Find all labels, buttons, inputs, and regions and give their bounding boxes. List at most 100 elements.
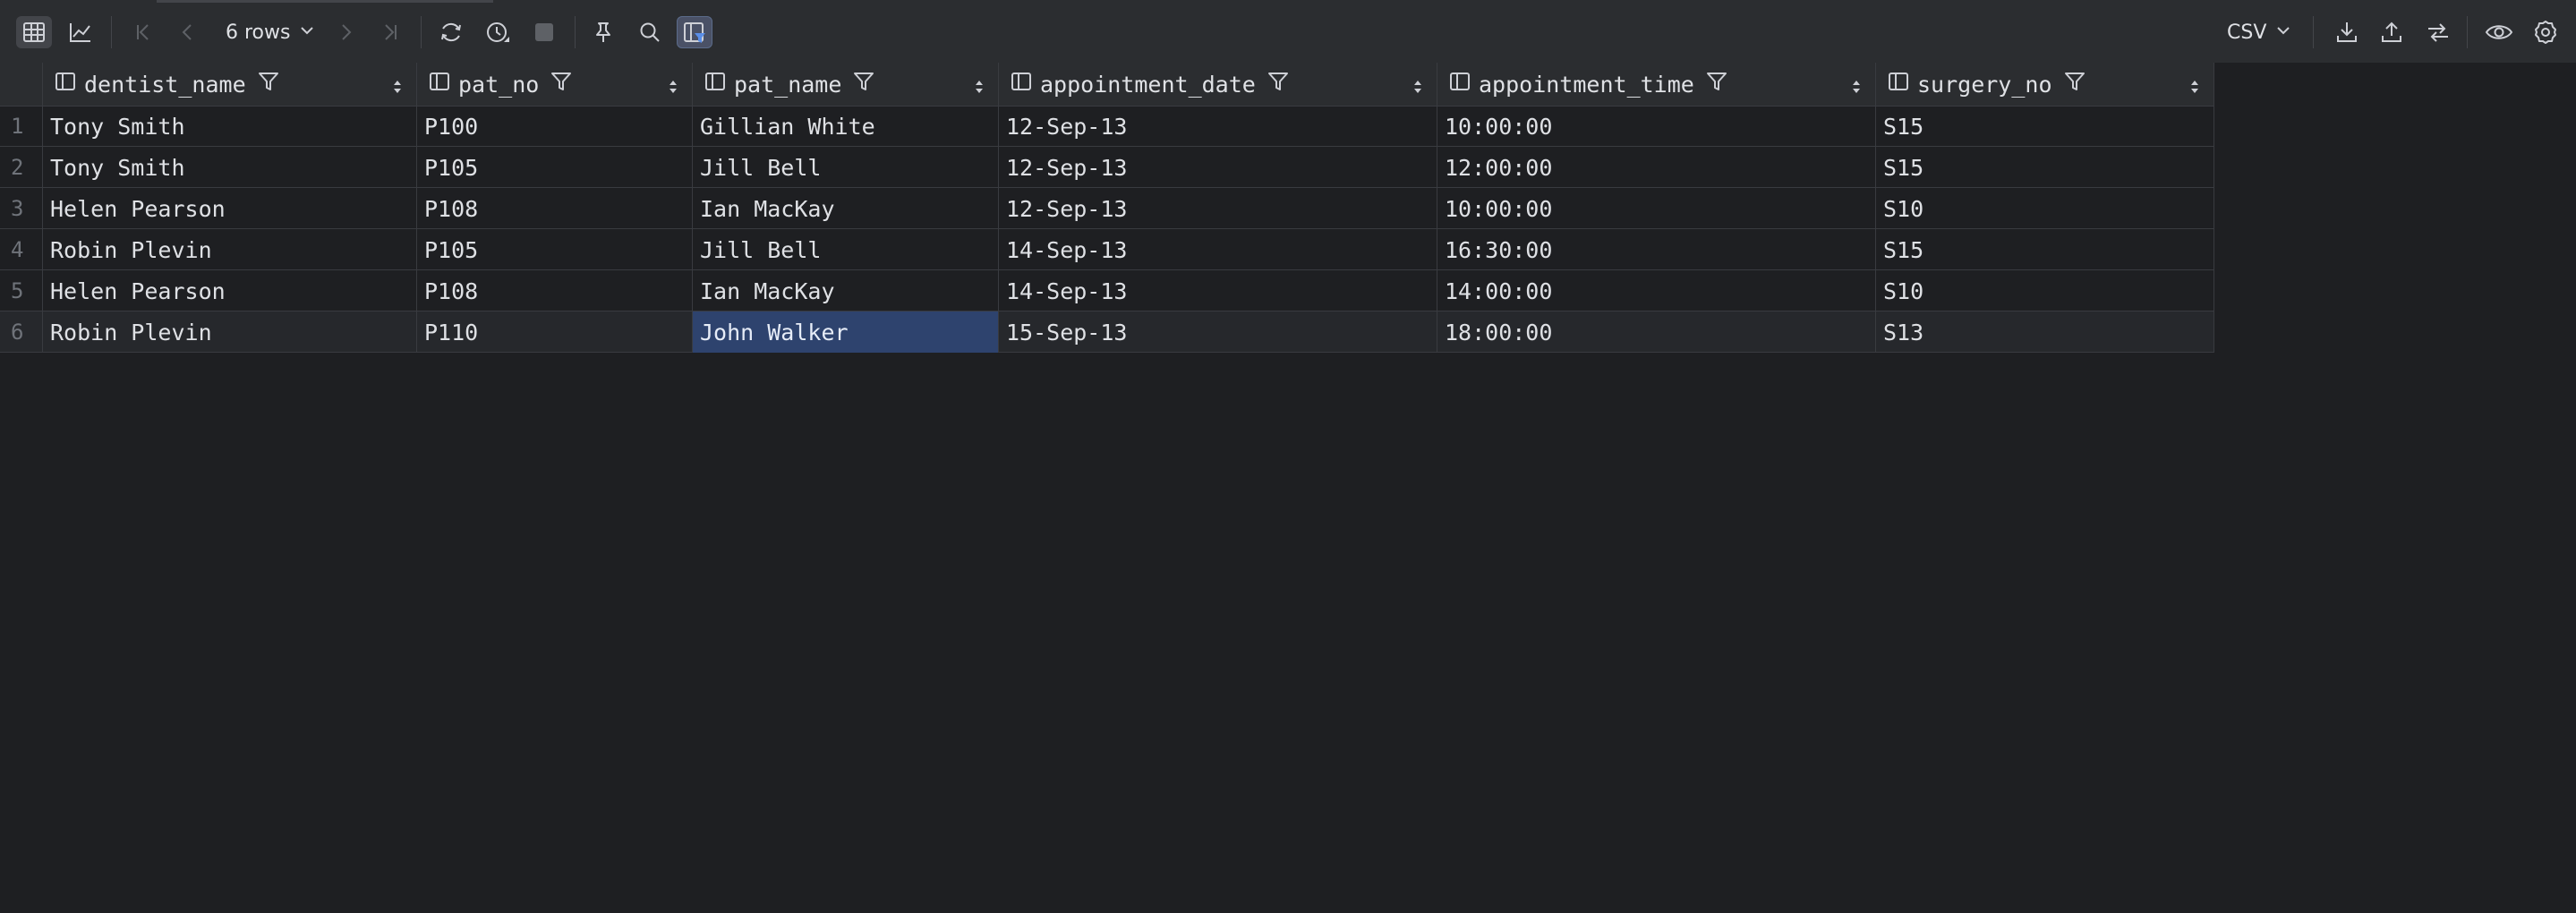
cell-dentist-name[interactable]: Robin Plevin [43,311,417,353]
cell-appointment-time[interactable]: 16:30:00 [1437,229,1876,270]
cell-surgery-no[interactable]: S10 [1876,188,2214,229]
chevron-down-icon [2275,21,2291,44]
table-view-button[interactable] [16,16,52,48]
cell-pat-no[interactable]: P108 [417,188,693,229]
cell-appointment-date[interactable]: 12-Sep-13 [999,188,1437,229]
table-row[interactable]: 4 Robin Plevin P105 Jill Bell 14-Sep-13 … [0,229,2214,270]
table-row[interactable]: 3 Helen Pearson P108 Ian MacKay 12-Sep-1… [0,188,2214,229]
cell-dentist-name[interactable]: Helen Pearson [43,270,417,311]
cell-pat-name[interactable]: Gillian White [693,106,999,147]
column-header-dentist-name[interactable]: dentist_name [43,63,417,106]
cell-appointment-time[interactable]: 10:00:00 [1437,106,1876,147]
filter-icon[interactable] [852,70,875,98]
column-header-appointment-date[interactable]: appointment_date [999,63,1437,106]
sort-icon[interactable] [1412,75,1424,101]
row-number[interactable]: 3 [0,188,43,229]
table-row[interactable]: 6 Robin Plevin P110 John Walker 15-Sep-1… [0,311,2214,353]
cell-pat-no[interactable]: P100 [417,106,693,147]
row-number[interactable]: 1 [0,106,43,147]
filter-icon[interactable] [1705,70,1728,98]
history-button[interactable] [480,16,516,48]
chart-view-icon [68,20,93,45]
cell-pat-name[interactable]: Jill Bell [693,229,999,270]
cell-pat-no[interactable]: P110 [417,311,693,353]
table-view-icon [21,20,47,45]
stop-button[interactable] [526,16,562,48]
cell-dentist-name[interactable]: Tony Smith [43,106,417,147]
column-header-label: pat_no [458,71,540,98]
column-header-pat-name[interactable]: pat_name [693,63,999,106]
table-row[interactable]: 5 Helen Pearson P108 Ian MacKay 14-Sep-1… [0,270,2214,311]
view-button[interactable] [2481,16,2517,48]
cell-surgery-no[interactable]: S15 [1876,229,2214,270]
cell-surgery-no[interactable]: S10 [1876,270,2214,311]
sort-icon[interactable] [2188,75,2201,101]
cell-pat-name[interactable]: Ian MacKay [693,270,999,311]
column-icon [1887,70,1910,98]
download-button[interactable] [2329,16,2365,48]
cell-surgery-no[interactable]: S15 [1876,106,2214,147]
pin-button[interactable] [585,16,621,48]
toolbar-separator [421,16,422,48]
column-header-pat-no[interactable]: pat_no [417,63,693,106]
cell-appointment-date[interactable]: 14-Sep-13 [999,270,1437,311]
cell-pat-name[interactable]: Ian MacKay [693,188,999,229]
table-row[interactable]: 1 Tony Smith P100 Gillian White 12-Sep-1… [0,106,2214,147]
sort-icon[interactable] [391,75,404,101]
cell-appointment-date[interactable]: 12-Sep-13 [999,147,1437,188]
cell-surgery-no[interactable]: S15 [1876,147,2214,188]
cell-pat-name-selected[interactable]: John Walker [693,311,999,353]
sort-icon[interactable] [1850,75,1863,101]
column-header-appointment-time[interactable]: appointment_time [1437,63,1876,106]
row-number[interactable]: 2 [0,147,43,188]
toolbar-separator [2313,16,2314,48]
reload-button[interactable] [433,16,469,48]
row-number[interactable]: 4 [0,229,43,270]
filter-icon[interactable] [550,70,573,98]
cell-appointment-time[interactable]: 14:00:00 [1437,270,1876,311]
column-header-surgery-no[interactable]: surgery_no [1876,63,2214,106]
view-icon [2485,20,2513,45]
row-number[interactable]: 6 [0,311,43,353]
sort-icon[interactable] [667,75,679,101]
settings-button[interactable] [2528,16,2563,48]
cell-dentist-name[interactable]: Tony Smith [43,147,417,188]
download-icon [2334,20,2359,45]
column-icon [54,70,77,98]
table-row[interactable]: 2 Tony Smith P105 Jill Bell 12-Sep-13 12… [0,147,2214,188]
filter-icon[interactable] [257,70,280,98]
previous-page-button[interactable] [170,16,206,48]
sort-icon[interactable] [973,75,985,101]
cell-pat-name[interactable]: Jill Bell [693,147,999,188]
column-header-label: dentist_name [84,71,246,98]
cell-appointment-date[interactable]: 12-Sep-13 [999,106,1437,147]
stop-icon [533,21,556,44]
next-page-button[interactable] [328,16,363,48]
cell-dentist-name[interactable]: Robin Plevin [43,229,417,270]
filter-icon[interactable] [2063,70,2086,98]
cell-pat-no[interactable]: P108 [417,270,693,311]
chart-view-button[interactable] [63,16,98,48]
page-size-dropdown[interactable]: 6 rows [220,16,320,48]
filter-panel-button[interactable] [677,16,712,48]
search-icon [637,20,662,45]
compare-button[interactable] [2420,16,2456,48]
last-page-button[interactable] [372,16,408,48]
upload-button[interactable] [2374,16,2410,48]
cell-surgery-no[interactable]: S13 [1876,311,2214,353]
cell-appointment-time[interactable]: 12:00:00 [1437,147,1876,188]
cell-appointment-time[interactable]: 18:00:00 [1437,311,1876,353]
cell-appointment-time[interactable]: 10:00:00 [1437,188,1876,229]
column-icon [704,70,727,98]
cell-pat-no[interactable]: P105 [417,229,693,270]
export-format-dropdown[interactable]: CSV [2227,16,2291,48]
cell-appointment-date[interactable]: 15-Sep-13 [999,311,1437,353]
search-button[interactable] [632,16,668,48]
filter-icon[interactable] [1267,70,1290,98]
row-number[interactable]: 5 [0,270,43,311]
first-page-button[interactable] [125,16,161,48]
cell-appointment-date[interactable]: 14-Sep-13 [999,229,1437,270]
cell-pat-no[interactable]: P105 [417,147,693,188]
column-icon [1010,70,1033,98]
cell-dentist-name[interactable]: Helen Pearson [43,188,417,229]
